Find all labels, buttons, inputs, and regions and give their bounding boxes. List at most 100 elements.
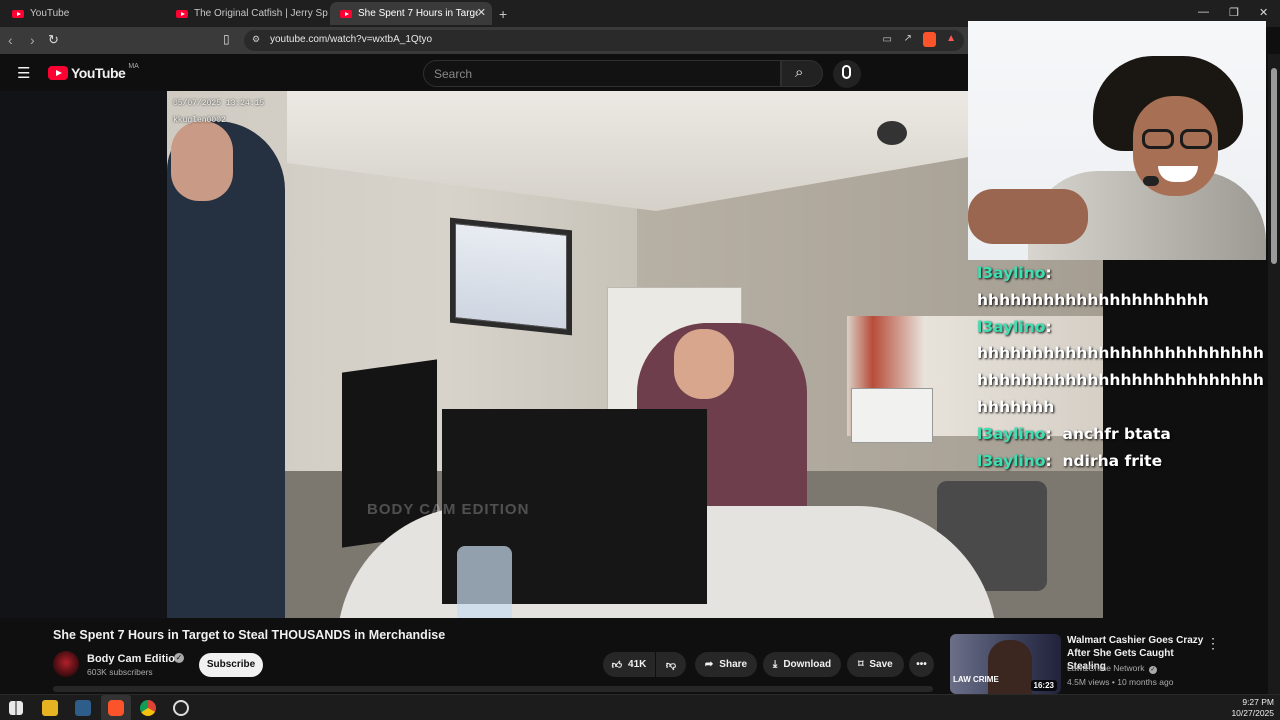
chat-overlay: l3aylino: hhhhhhhhhhhhhhhhhhhhh l3aylino:… (968, 260, 1268, 510)
channel-name-text: Law&Crime Network (1067, 663, 1145, 673)
man-head (171, 121, 233, 201)
bookmark-save-icon: ⌑ (858, 659, 864, 670)
search-input[interactable]: Search (423, 60, 781, 87)
new-tab-button[interactable]: + (494, 2, 516, 25)
chat-message: l3aylino: ndirha frite (977, 451, 1163, 470)
chat-username: l3aylino (977, 317, 1046, 336)
page-scrollbar[interactable] (1268, 54, 1280, 694)
clock-time: 9:27 PM (1242, 697, 1274, 707)
download-label: Download (783, 659, 832, 670)
share-page-icon[interactable]: ↗ (904, 33, 912, 44)
brave-browser-icon[interactable] (108, 700, 124, 716)
thumbnail-person (988, 640, 1032, 694)
bottles (457, 546, 512, 618)
close-tab-icon[interactable]: ✕ (477, 6, 486, 19)
chat-text: hhhhhhhhhhhhhhhhhhhhh (977, 290, 1209, 309)
like-count: 41K (628, 659, 647, 670)
verified-icon: ✓ (174, 653, 184, 663)
thumbs-down-icon: 👎︎ (665, 659, 677, 671)
country-code: MA (128, 62, 139, 70)
app-icon[interactable] (75, 700, 91, 716)
more-vertical-icon[interactable]: ⋮ (1206, 635, 1220, 652)
download-button[interactable]: ⤓ Download (763, 652, 841, 677)
chat-message: l3aylino: hhhhhhhhhhhhhhhhhhhhh (977, 264, 1209, 309)
clock-date: 10/27/2025 (1231, 708, 1274, 718)
forward-icon[interactable]: › (30, 32, 35, 48)
obs-icon[interactable] (173, 700, 189, 716)
brave-rewards-icon[interactable]: ▲ (946, 33, 956, 44)
close-window-icon[interactable]: ✕ (1259, 6, 1268, 19)
tab-title: YouTube (30, 8, 70, 19)
menu-icon[interactable]: ☰ (17, 64, 30, 82)
tab-youtube[interactable]: YouTube (2, 2, 164, 25)
video-frame[interactable]: BODY CAM EDITION 05/07/2025 13:24:15 kku… (167, 91, 1103, 618)
tab-current-video[interactable]: She Spent 7 Hours in Target to S ✕ (330, 2, 492, 25)
tab-jerry-springer[interactable]: The Original Catfish | Jerry Springer (166, 2, 328, 25)
woman-head (674, 329, 734, 399)
browser-toolbar: ‹ › ↻ ▯ ⚙ youtube.com/watch?v=wxtbA_1Qty… (0, 27, 968, 54)
chat-username: l3aylino (977, 424, 1046, 443)
recommended-video-thumbnail[interactable]: LAW CRIME 16:23 (950, 634, 1061, 694)
upload-age: 10 months ago (1117, 677, 1174, 687)
officer-id-overlay: kkuglen0002 (173, 116, 226, 125)
video-player[interactable]: BODY CAM EDITION 05/07/2025 13:24:15 kku… (0, 91, 1103, 618)
search-button[interactable]: ⌕ (781, 60, 823, 87)
dislike-button[interactable]: 👎︎ (656, 652, 686, 677)
file-explorer-icon[interactable] (42, 700, 58, 716)
streamer-webcam (968, 21, 1266, 260)
cast-icon[interactable]: ▭ (883, 34, 892, 45)
search-icon: ⌕ (795, 64, 804, 81)
windows-taskbar: 9:27 PM 10/27/2025 (0, 694, 1280, 720)
youtube-logo-text: YouTube (71, 65, 126, 81)
glasses (1142, 129, 1174, 149)
screen: YouTube The Original Catfish | Jerry Spr… (0, 0, 1280, 720)
youtube-header: ☰ YouTube MA Search ⌕ (0, 54, 968, 91)
minimize-icon[interactable]: — (1198, 6, 1209, 18)
like-button[interactable]: 👍︎ 41K (603, 652, 655, 677)
microphone-icon (842, 65, 851, 79)
back-icon[interactable]: ‹ (8, 32, 13, 48)
restore-icon[interactable]: ❐ (1229, 6, 1239, 19)
system-clock[interactable]: 9:27 PM 10/27/2025 (1231, 697, 1274, 719)
bookmark-icon[interactable]: ▯ (223, 32, 230, 46)
video-title: She Spent 7 Hours in Target to Steal THO… (53, 628, 446, 642)
share-button[interactable]: ➦ Share (695, 652, 757, 677)
streamer-arm (968, 189, 1088, 244)
wall-monitor (450, 217, 572, 336)
brave-shield-icon[interactable] (923, 32, 936, 47)
youtube-favicon-icon (340, 9, 352, 18)
chrome-icon[interactable] (140, 700, 156, 716)
site-info-icon[interactable]: ⚙ (252, 34, 260, 45)
youtube-favicon-icon (12, 9, 24, 18)
printer (851, 388, 933, 443)
youtube-favicon-icon (176, 9, 188, 18)
channel-avatar[interactable] (53, 651, 79, 677)
reload-icon[interactable]: ↻ (48, 32, 59, 48)
subscriber-count: 603K subscribers (87, 667, 153, 677)
video-duration: 16:23 (1030, 680, 1057, 691)
chat-message: l3aylino: hhhhhhhhhhhhhhhhhhhhhhhhhhhhhhh… (977, 317, 1264, 416)
recommended-channel-name[interactable]: Law&Crime Network ✓ (1067, 663, 1157, 674)
channel-name[interactable]: Body Cam Edition (87, 653, 182, 665)
scrollbar-thumb[interactable] (1271, 68, 1277, 264)
thumbnail-logo: LAW CRIME (953, 675, 999, 684)
youtube-logo[interactable]: YouTube MA (48, 62, 139, 81)
description-box-edge (53, 686, 933, 692)
youtube-logo-icon (48, 66, 68, 80)
glasses (1180, 129, 1212, 149)
windows-start-icon[interactable] (9, 701, 23, 715)
verified-icon: ✓ (1148, 666, 1157, 674)
chat-username: l3aylino (977, 451, 1046, 470)
chat-username: l3aylino (977, 264, 1046, 282)
tab-title: She Spent 7 Hours in Target to S (358, 8, 478, 19)
chat-text: anchfr btata (1062, 424, 1171, 443)
subscribe-button[interactable]: Subscribe (199, 653, 263, 677)
more-actions-button[interactable]: ••• (909, 652, 934, 677)
address-bar[interactable]: ⚙ youtube.com/watch?v=wxtbA_1Qtyo ▭ ↗ ▲ (244, 30, 964, 51)
voice-search-button[interactable] (833, 60, 861, 88)
chat-text: hhhhhhhhhhhhhhhhhhhhhhhhhhhhhhhhhhhhhhhh… (977, 344, 1264, 416)
save-label: Save (869, 659, 893, 670)
share-label: Share (719, 659, 748, 670)
share-icon: ➦ (704, 659, 714, 670)
save-button[interactable]: ⌑ Save (847, 652, 904, 677)
